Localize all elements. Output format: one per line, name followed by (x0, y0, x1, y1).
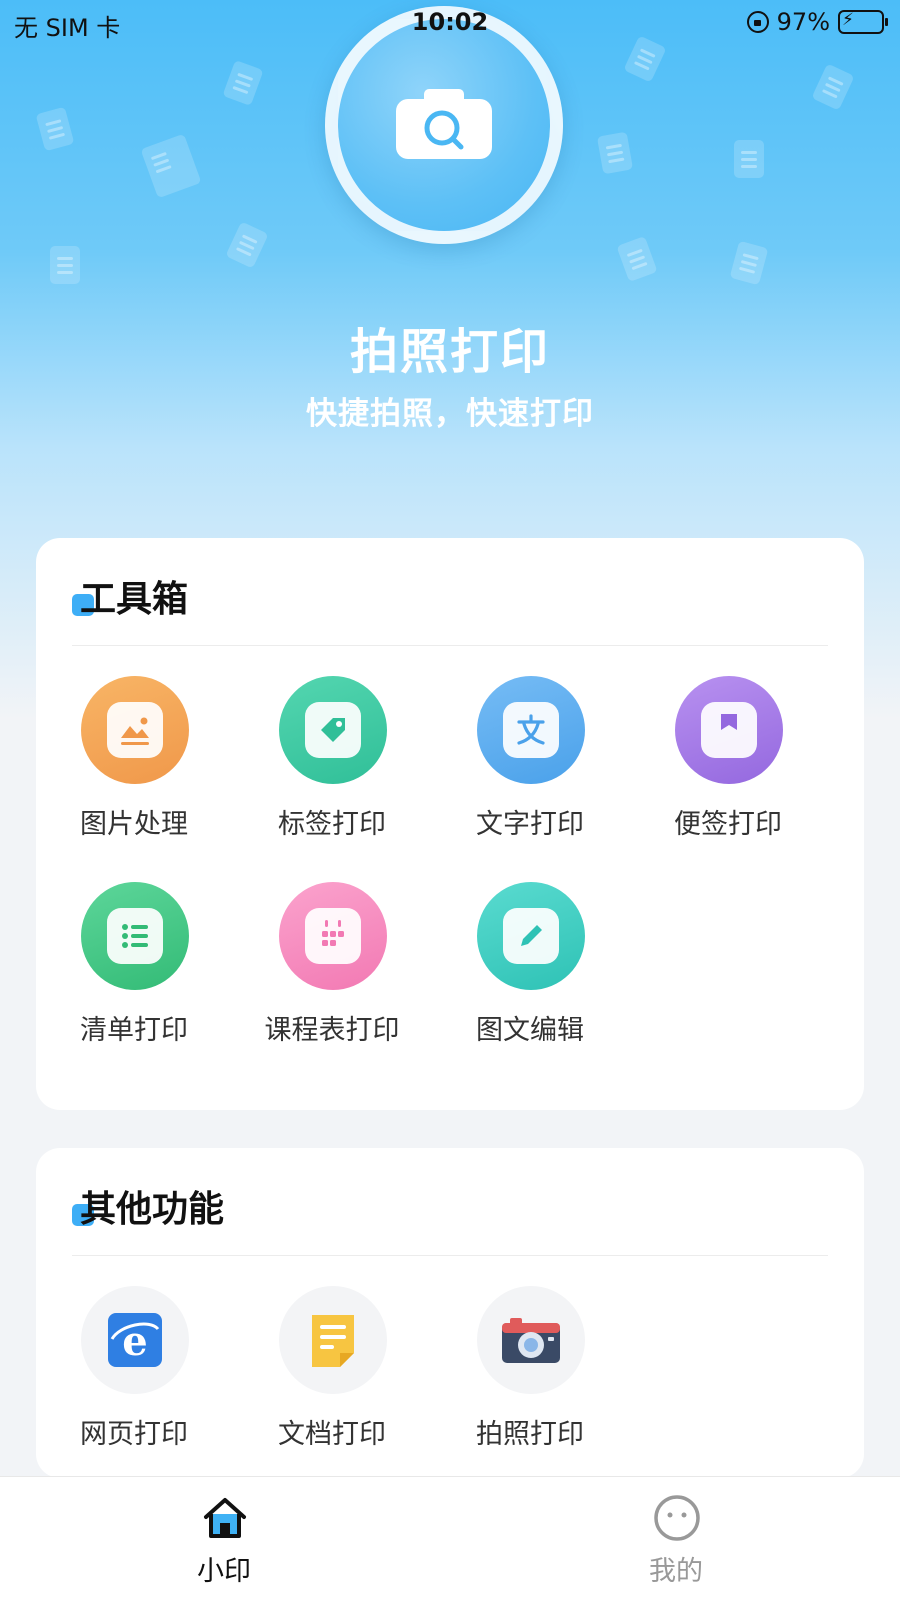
hero-subtitle: 快捷拍照，快速打印 (306, 396, 594, 432)
tab-mine-label: 我的 (649, 1556, 703, 1587)
other-title: 其他功能 (80, 1189, 225, 1230)
tool-label: 标签打印 (278, 809, 386, 840)
browser-icon: e (81, 1286, 189, 1394)
home-icon (204, 1498, 246, 1538)
profile-icon (654, 1495, 700, 1541)
decor-document-icon (35, 106, 75, 152)
tool-image-text-edit[interactable]: 图文编辑 (435, 852, 625, 1046)
func-label: 文档打印 (278, 1419, 386, 1450)
tool-label: 课程表打印 (264, 1015, 400, 1046)
func-web-print[interactable]: e 网页打印 (39, 1256, 229, 1450)
tab-home[interactable]: 小印 (124, 1477, 324, 1600)
calendar-icon (279, 882, 387, 990)
other-functions-card: 其他功能 e 网页打印 文档打印 拍照打印 (36, 1148, 864, 1478)
func-photo-print[interactable]: 拍照打印 (435, 1256, 625, 1450)
func-document-print[interactable]: 文档打印 (237, 1256, 427, 1450)
hero-title: 拍照打印 (349, 324, 550, 380)
tool-label-print[interactable]: 标签打印 (237, 646, 427, 840)
status-right: 97% (746, 8, 888, 36)
decor-document-icon (50, 246, 80, 284)
toolbox-header: 工具箱 (72, 538, 828, 646)
tool-label: 图片处理 (80, 809, 188, 840)
tag-icon (279, 676, 387, 784)
tool-note-print[interactable]: 便签打印 (633, 646, 823, 840)
battery-icon (838, 10, 888, 34)
tab-mine[interactable]: 我的 (576, 1477, 776, 1600)
battery-percent: 97% (776, 8, 830, 36)
tool-list-print[interactable]: 清单打印 (39, 852, 229, 1046)
edit-icon (477, 882, 585, 990)
decor-document-icon (616, 236, 658, 282)
other-header: 其他功能 (72, 1148, 828, 1256)
decor-document-icon (140, 133, 202, 199)
camera-icon (477, 1286, 585, 1394)
decor-document-icon (222, 60, 264, 106)
image-icon (81, 676, 189, 784)
func-label: 拍照打印 (476, 1419, 584, 1450)
tool-label: 清单打印 (80, 1015, 188, 1046)
toolbox-card: 工具箱 图片处理 标签打印 文字打印 便签打印 清单打印 课程表打印 图文编辑 (36, 538, 864, 1110)
tab-bar: 小印 我的 (0, 1476, 900, 1600)
bookmark-icon (675, 676, 783, 784)
tool-label: 文字打印 (476, 809, 584, 840)
decor-document-icon (729, 240, 769, 286)
tool-text-print[interactable]: 文字打印 (435, 646, 625, 840)
toolbox-title: 工具箱 (80, 579, 189, 620)
decor-document-icon (596, 131, 634, 175)
tab-home-label: 小印 (197, 1556, 251, 1587)
document-icon (279, 1286, 387, 1394)
decor-document-icon (225, 221, 269, 269)
text-icon (477, 676, 585, 784)
func-label: 网页打印 (80, 1419, 188, 1450)
status-bar: 无 SIM 卡 10:02 97% (0, 0, 900, 46)
tool-label: 图文编辑 (476, 1015, 584, 1046)
tool-image-processing[interactable]: 图片处理 (39, 646, 229, 840)
rotation-lock-icon (746, 11, 769, 33)
list-icon (81, 882, 189, 990)
camera-search-icon (396, 89, 492, 159)
tool-label: 便签打印 (674, 809, 782, 840)
tool-schedule-print[interactable]: 课程表打印 (237, 852, 427, 1046)
decor-document-icon (734, 140, 764, 178)
decor-document-icon (811, 63, 855, 111)
